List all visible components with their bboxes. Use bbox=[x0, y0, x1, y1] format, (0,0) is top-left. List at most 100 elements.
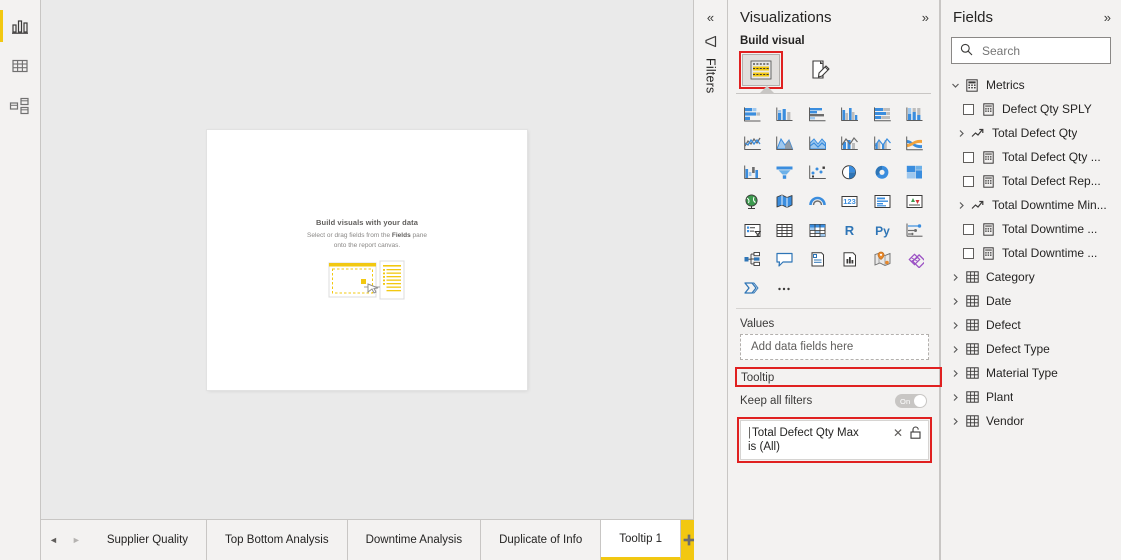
python-visual-icon[interactable]: Py bbox=[868, 218, 896, 242]
funnel-chart-icon[interactable] bbox=[771, 160, 799, 184]
chevron-right-icon[interactable] bbox=[947, 321, 963, 330]
filter-card-remove-button[interactable]: ✕ bbox=[893, 427, 903, 439]
selected-tab-caret bbox=[760, 86, 774, 93]
canvas-scroll-area[interactable]: Build visuals with your data Select or d… bbox=[41, 0, 693, 519]
azure-map-icon[interactable] bbox=[803, 189, 831, 213]
chevron-down-icon[interactable] bbox=[947, 81, 963, 90]
line-stacked-column-chart-icon[interactable] bbox=[836, 131, 864, 155]
field-tree-item-total-defect-rep[interactable]: Total Defect Rep... bbox=[941, 169, 1121, 193]
more-options-icon[interactable] bbox=[771, 276, 799, 300]
paginated-report-icon[interactable] bbox=[836, 247, 864, 271]
area-chart-icon[interactable] bbox=[771, 131, 799, 155]
field-tree-item-total-downtime-1[interactable]: Total Downtime ... bbox=[941, 217, 1121, 241]
field-tree-item-vendor[interactable]: Vendor bbox=[941, 409, 1121, 433]
field-tree-item-defect-qty-sply[interactable]: Defect Qty SPLY bbox=[941, 97, 1121, 121]
table-icon[interactable] bbox=[771, 218, 799, 242]
format-visual-tab[interactable] bbox=[802, 54, 840, 86]
pie-chart-icon[interactable] bbox=[836, 160, 864, 184]
line-chart-icon[interactable] bbox=[738, 131, 766, 155]
multi-row-card-icon[interactable] bbox=[868, 189, 896, 213]
page-next-button[interactable]: ► bbox=[72, 535, 81, 545]
page-tab-tooltip-1[interactable]: Tooltip 1 bbox=[601, 520, 682, 560]
ribbon-chart-icon[interactable] bbox=[901, 131, 929, 155]
field-tree-item-total-downtime-2[interactable]: Total Downtime ... bbox=[941, 241, 1121, 265]
rail-item-model-view[interactable] bbox=[0, 86, 41, 126]
slicer-icon[interactable] bbox=[738, 218, 766, 242]
key-influencers-icon[interactable] bbox=[901, 218, 929, 242]
r-script-visual-icon[interactable]: R bbox=[836, 218, 864, 242]
arcgis-map-icon[interactable] bbox=[868, 247, 896, 271]
power-automate-icon[interactable] bbox=[738, 276, 766, 300]
matrix-icon[interactable] bbox=[803, 218, 831, 242]
field-tree-item-category[interactable]: Category bbox=[941, 265, 1121, 289]
100-stacked-bar-chart-icon[interactable] bbox=[868, 102, 896, 126]
kpi-icon[interactable] bbox=[901, 189, 929, 213]
chevron-right-icon[interactable] bbox=[947, 345, 963, 354]
field-checkbox[interactable] bbox=[963, 175, 974, 187]
field-tree-item-total-downtime-min-folder[interactable]: Total Downtime Min... bbox=[941, 193, 1121, 217]
build-visual-tab[interactable] bbox=[739, 51, 783, 93]
treemap-icon[interactable] bbox=[901, 160, 929, 184]
card-icon[interactable]: 123 bbox=[836, 189, 864, 213]
waterfall-chart-icon[interactable] bbox=[738, 160, 766, 184]
field-checkbox[interactable] bbox=[963, 151, 974, 163]
filters-pane-collapsed[interactable]: « Filters bbox=[694, 0, 728, 560]
clustered-column-chart-icon[interactable] bbox=[836, 102, 864, 126]
field-tree-item-material-type[interactable]: Material Type bbox=[941, 361, 1121, 385]
page-prev-button[interactable]: ◄ bbox=[49, 535, 58, 545]
filled-map-icon[interactable] bbox=[771, 189, 799, 213]
unlocked-padlock-icon[interactable] bbox=[910, 426, 921, 439]
chevron-right-icon[interactable] bbox=[947, 417, 963, 426]
line-clustered-column-chart-icon[interactable] bbox=[868, 131, 896, 155]
page-tab-supplier-quality[interactable]: Supplier Quality bbox=[88, 520, 208, 560]
fields-expand-chevron[interactable]: » bbox=[1104, 11, 1111, 24]
field-tree-item-defect[interactable]: Defect bbox=[941, 313, 1121, 337]
visualizations-expand-chevron[interactable]: » bbox=[922, 11, 929, 24]
field-tree-item-total-defect-qty[interactable]: Total Defect Qty ... bbox=[941, 145, 1121, 169]
chevron-right-icon[interactable] bbox=[947, 297, 963, 306]
page-tab-top-bottom-analysis[interactable]: Top Bottom Analysis bbox=[207, 520, 348, 560]
bar-chart-icon bbox=[12, 20, 28, 34]
stacked-column-chart-icon[interactable] bbox=[771, 102, 799, 126]
donut-chart-icon[interactable] bbox=[868, 160, 896, 184]
100-stacked-column-chart-icon[interactable] bbox=[901, 102, 929, 126]
chevron-right-icon[interactable] bbox=[947, 369, 963, 378]
report-page-canvas[interactable]: Build visuals with your data Select or d… bbox=[207, 129, 527, 390]
field-tree-item-date[interactable]: Date bbox=[941, 289, 1121, 313]
field-tree-item-total-defect-qty-folder[interactable]: Total Defect Qty bbox=[941, 121, 1121, 145]
page-tab-duplicate-of-info[interactable]: Duplicate of Info bbox=[481, 520, 602, 560]
chevron-right-icon[interactable] bbox=[947, 393, 963, 402]
decomposition-tree-icon[interactable] bbox=[738, 247, 766, 271]
field-checkbox[interactable] bbox=[963, 103, 974, 115]
chevron-right-icon[interactable] bbox=[947, 273, 963, 282]
measure-calculator-icon bbox=[979, 150, 997, 164]
field-tree-item-plant[interactable]: Plant bbox=[941, 385, 1121, 409]
chevron-right-icon[interactable] bbox=[953, 129, 969, 138]
smart-narrative-icon[interactable] bbox=[803, 247, 831, 271]
stacked-area-chart-icon[interactable] bbox=[803, 131, 831, 155]
fields-search-input[interactable] bbox=[980, 42, 1100, 59]
measure-calculator-icon bbox=[979, 246, 997, 260]
power-apps-icon[interactable] bbox=[901, 247, 929, 271]
keep-all-filters-toggle[interactable]: On bbox=[895, 394, 927, 408]
rail-item-report-view[interactable] bbox=[0, 6, 41, 46]
field-tree-item-defect-type[interactable]: Defect Type bbox=[941, 337, 1121, 361]
fields-search-box[interactable] bbox=[951, 37, 1111, 64]
chevron-right-icon[interactable] bbox=[953, 201, 969, 210]
fields-build-icon bbox=[750, 60, 772, 80]
stacked-bar-chart-icon[interactable] bbox=[738, 102, 766, 126]
page-tab-downtime-analysis[interactable]: Downtime Analysis bbox=[347, 520, 482, 560]
rail-item-data-view[interactable] bbox=[0, 46, 41, 86]
field-tree-item-metrics[interactable]: Metrics bbox=[941, 73, 1121, 97]
map-icon[interactable] bbox=[738, 189, 766, 213]
values-dropzone[interactable]: Add data fields here bbox=[740, 334, 929, 360]
tooltip-filter-card[interactable]: Total Defect Qty Max ✕ is (All) bbox=[740, 420, 929, 460]
field-checkbox[interactable] bbox=[963, 247, 974, 259]
values-dropzone-placeholder: Add data fields here bbox=[751, 341, 854, 353]
visualizations-pane: Visualizations » Build visual 123 R Py V… bbox=[728, 0, 942, 560]
qa-visual-icon[interactable] bbox=[771, 247, 799, 271]
clustered-bar-chart-icon[interactable] bbox=[803, 102, 831, 126]
scatter-chart-icon[interactable] bbox=[803, 160, 831, 184]
field-checkbox[interactable] bbox=[963, 223, 974, 235]
filters-collapse-chevron[interactable]: « bbox=[707, 8, 714, 34]
